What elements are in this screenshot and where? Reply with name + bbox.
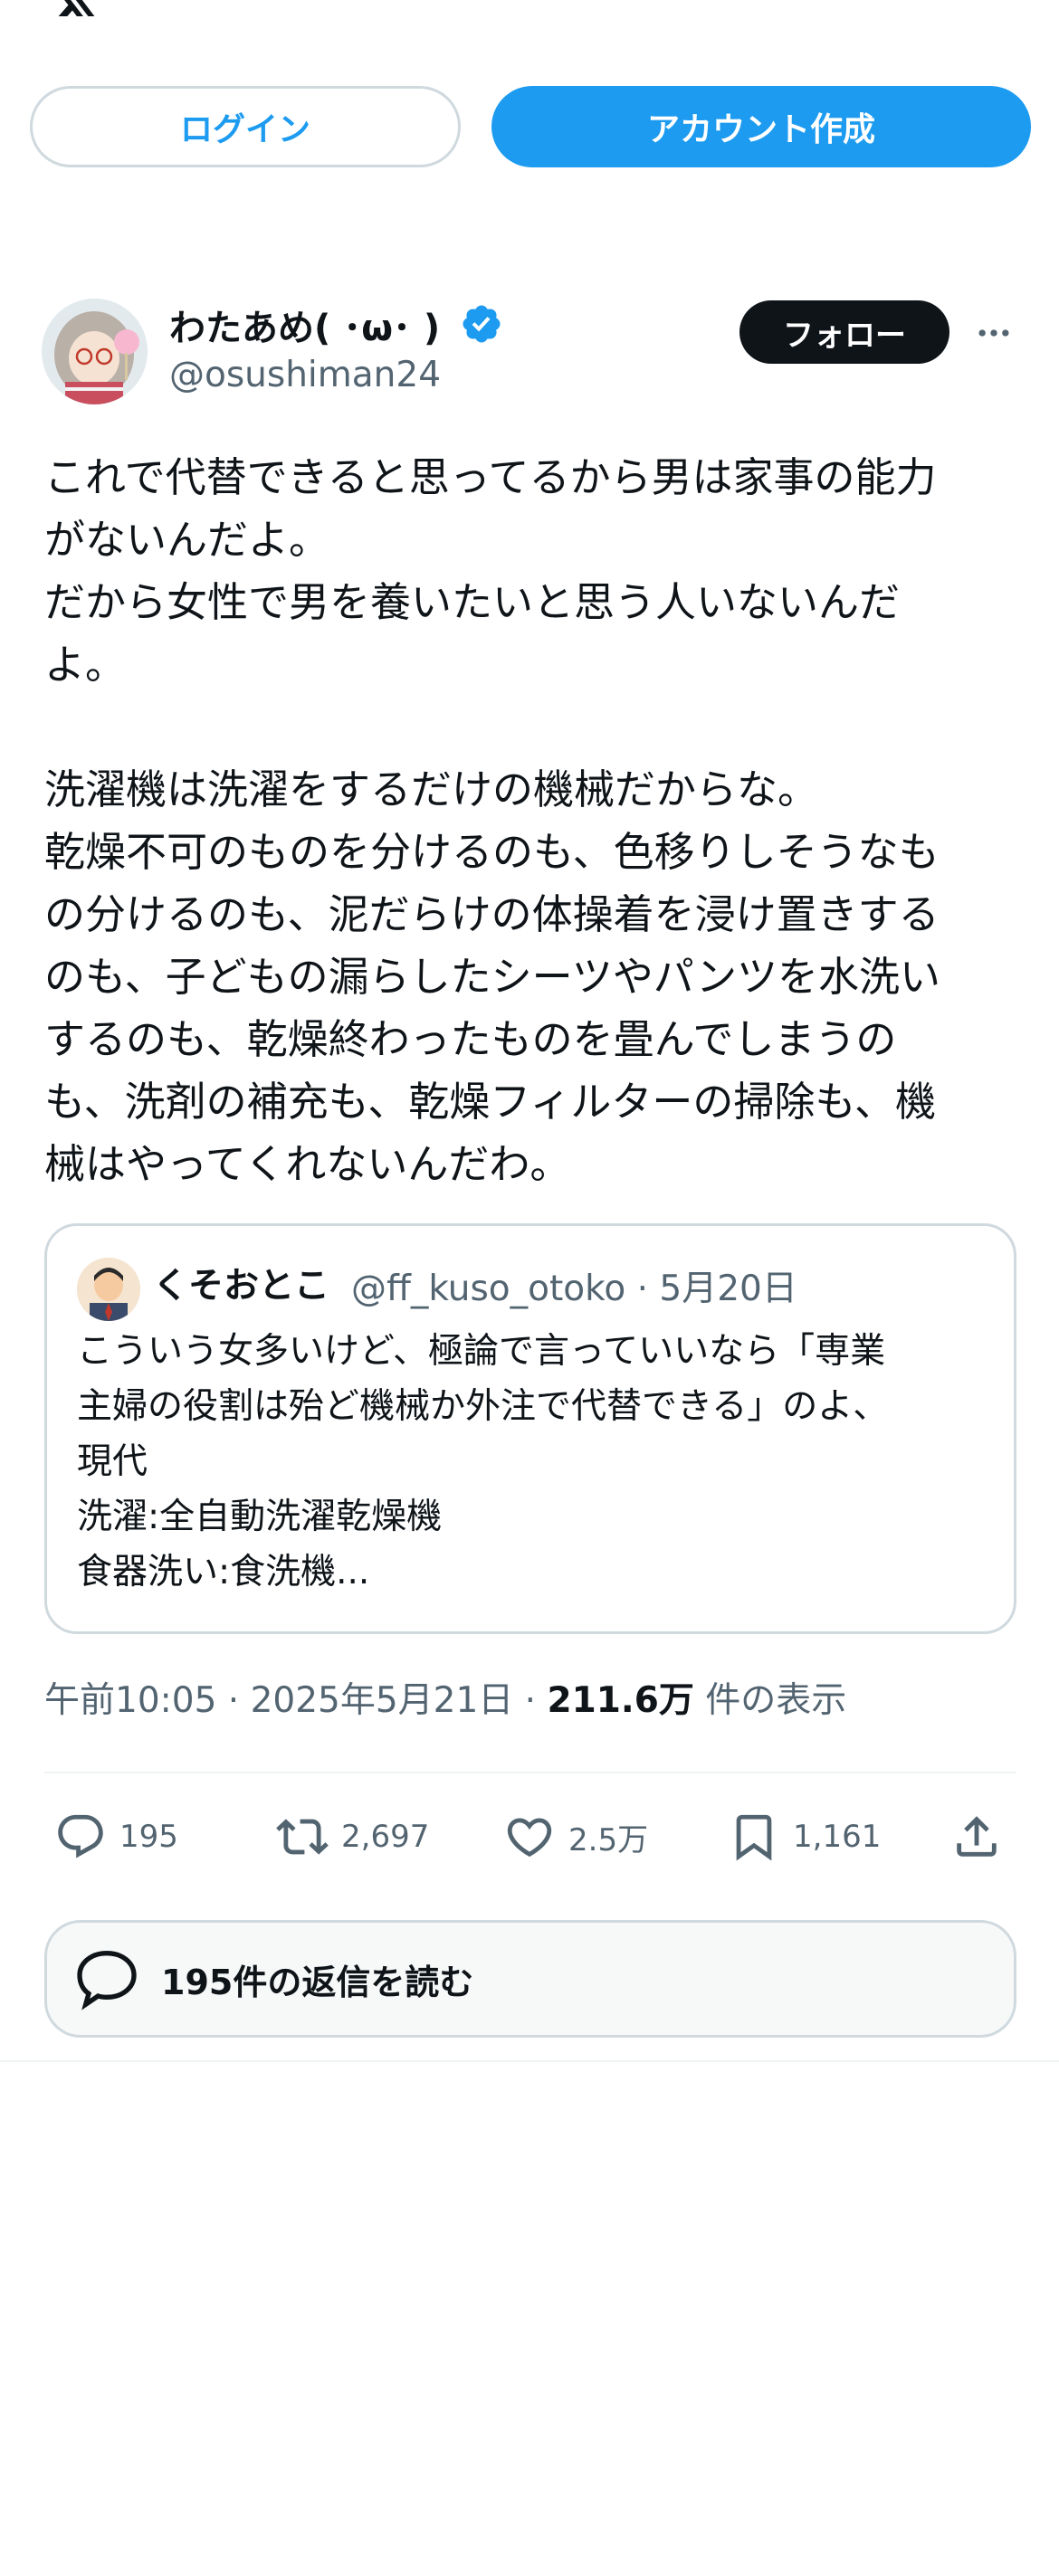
tweet-line: よ。 (44, 641, 127, 689)
tweet-meta: 午前10:05 · 2025年5月21日 · 211.6万 件の表示 (44, 1672, 846, 1723)
speech-bubble-icon (77, 1950, 137, 2010)
bookmark-count: 1,161 (793, 1819, 882, 1855)
author-display-name[interactable]: わたあめ( ･ω･ ) (169, 299, 440, 351)
tweet-line: 乾燥不可のものを分けるのも、色移りしそうなも (44, 828, 940, 876)
quoted-line: 現代 (77, 1441, 148, 1482)
reply-icon (58, 1814, 103, 1858)
tweet-line: 洗濯機は洗濯をするだけの機械だからな。 (44, 765, 819, 813)
x-logo-icon[interactable] (43, 0, 107, 16)
tweet-line: も、洗剤の補充も、乾燥フィルターの掃除も、機 (44, 1078, 937, 1126)
more-dots-icon[interactable] (974, 313, 1014, 353)
read-replies-label: 195件の返信を読む (161, 1962, 474, 2002)
signup-button[interactable]: アカウント作成 (491, 86, 1031, 167)
heart-icon (507, 1818, 552, 1858)
quoted-author-handle: @ff_kuso_otoko · 5月20日 (351, 1269, 797, 1309)
login-button[interactable]: ログイン (30, 86, 461, 167)
follow-button[interactable]: フォロー (739, 300, 949, 364)
author-handle[interactable]: @osushiman24 (169, 355, 441, 395)
retweet-count: 2,697 (341, 1819, 430, 1855)
quoted-line: 主婦の役割は殆ど機械か外注で代替できる」のよ、 (77, 1386, 889, 1427)
quoted-line: こういう女多いけど、極論で言っていいなら「専業 (77, 1331, 886, 1372)
quoted-line: 食器洗い:食洗機... (77, 1552, 370, 1592)
read-replies-button[interactable]: 195件の返信を読む (44, 1920, 1016, 2038)
tweet-line: がないんだよ。 (44, 516, 330, 564)
divider (0, 2060, 1059, 2062)
retweet-action[interactable]: 2,697 (276, 1805, 429, 1868)
verified-badge-icon (460, 302, 503, 346)
view-count-label: 件の表示 (693, 1680, 847, 1721)
author-avatar[interactable] (42, 299, 148, 404)
share-icon (957, 1816, 997, 1857)
tweet-line: だから女性で男を養いたいと思う人いないんだ (44, 578, 901, 626)
tweet-line: するのも、乾燥終わったものを畳んでしまうの (44, 1015, 897, 1063)
tweet-line: 械はやってくれないんだわ。 (44, 1140, 571, 1188)
reply-count: 195 (119, 1819, 178, 1855)
quoted-line: 洗濯:全自動洗濯乾燥機 (77, 1497, 443, 1537)
tweet-line (44, 696, 1013, 758)
tweet-text: これで代替できると思ってるから男は家事の能力 がないんだよ。 だから女性で男を養… (44, 446, 1013, 1195)
share-action[interactable] (950, 1805, 1016, 1868)
quoted-author-name: くそおとこ (153, 1266, 330, 1307)
reply-action[interactable]: 195 (54, 1805, 178, 1868)
retweet-icon (276, 1819, 329, 1855)
view-count: 211.6万 (547, 1680, 694, 1721)
tweet-line: のも、子どもの漏らしたシーツやパンツを水洗い (44, 953, 941, 1001)
like-action[interactable]: 2.5万 (503, 1805, 648, 1868)
tweet-line: の分けるのも、泥だらけの体操着を浸け置きする (44, 890, 940, 938)
tweet-line: これで代替できると思ってるから男は家事の能力 (44, 453, 937, 501)
tweet-timestamp[interactable]: 午前10:05 · 2025年5月21日 · (44, 1680, 547, 1721)
like-count: 2.5万 (568, 1821, 649, 1858)
bookmark-icon (736, 1814, 772, 1861)
bookmark-action[interactable]: 1,161 (728, 1805, 881, 1868)
divider (44, 1772, 1016, 1773)
quoted-author-avatar (77, 1258, 140, 1321)
quoted-tweet-text: こういう女多いけど、極論で言っていいなら「専業 主婦の役割は殆ど機械か外注で代替… (77, 1324, 982, 1600)
